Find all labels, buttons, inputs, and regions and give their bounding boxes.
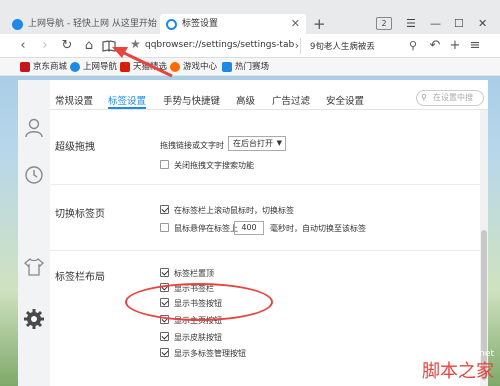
annotation-arrow xyxy=(112,47,173,78)
watermark-name: 脚本之家 xyxy=(422,361,494,382)
watermark-logo: jb51.net 脚本之家 xyxy=(422,346,494,382)
